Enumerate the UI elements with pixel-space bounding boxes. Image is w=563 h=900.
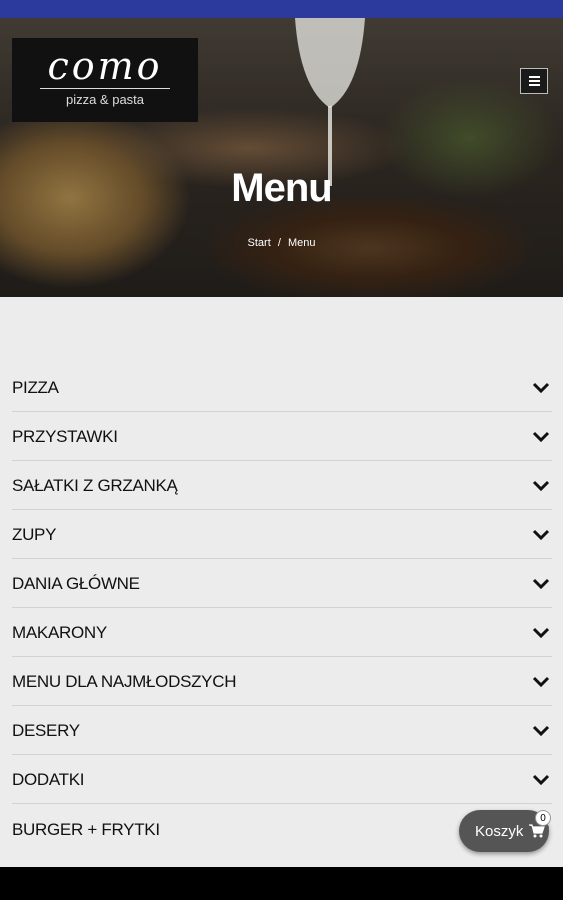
menu-category-label: PRZYSTAWKI <box>12 427 118 446</box>
chevron-down-icon <box>532 676 550 688</box>
hero-banner: como pizza & pasta Menu Start / Menu <box>0 18 563 297</box>
menu-category-salatki[interactable]: SAŁATKI Z GRZANKĄ <box>12 461 552 510</box>
breadcrumb-home-link[interactable]: Start <box>248 237 271 249</box>
chevron-down-icon <box>532 774 550 786</box>
page-title: Menu <box>231 166 332 210</box>
cart-icon <box>529 824 546 838</box>
breadcrumb-current: Menu <box>287 237 316 249</box>
menu-category-przystawki[interactable]: PRZYSTAWKI <box>12 412 552 461</box>
menu-category-label: SAŁATKI Z GRZANKĄ <box>12 476 178 495</box>
cart-count-badge: 0 <box>535 810 551 826</box>
menu-category-najmlodszych[interactable]: MENU DLA NAJMŁODSZYCH <box>12 657 552 706</box>
breadcrumb: Start / Menu <box>0 237 563 249</box>
menu-category-pizza[interactable]: PIZZA <box>12 363 552 412</box>
logo[interactable]: como pizza & pasta <box>12 38 198 122</box>
menu-category-desery[interactable]: DESERY <box>12 706 552 755</box>
menu-category-label: MAKARONY <box>12 623 107 642</box>
menu-category-label: DESERY <box>12 721 80 740</box>
menu-category-label: BURGER + FRYTKI <box>12 819 160 839</box>
chevron-down-icon <box>532 578 550 590</box>
logo-divider <box>40 88 170 89</box>
menu-category-zupy[interactable]: ZUPY <box>12 510 552 559</box>
hamburger-menu-icon-bar <box>529 80 540 82</box>
chevron-down-icon <box>532 382 550 394</box>
hamburger-menu-icon-bar <box>529 84 540 86</box>
menu-category-dania-glowne[interactable]: DANIA GŁÓWNE <box>12 559 552 608</box>
menu-category-makarony[interactable]: MAKARONY <box>12 608 552 657</box>
menu-category-label: MENU DLA NAJMŁODSZYCH <box>12 672 237 691</box>
cart-button[interactable]: Koszyk 0 <box>459 810 551 852</box>
chevron-down-icon <box>532 725 550 737</box>
menu-category-dodatki[interactable]: DODATKI <box>12 755 552 804</box>
chevron-down-icon <box>532 529 550 541</box>
menu-category-label: DANIA GŁÓWNE <box>12 574 140 593</box>
wine-glass-image <box>295 18 365 186</box>
cart-label: Koszyk <box>475 822 524 840</box>
logo-title: como <box>47 44 163 88</box>
breadcrumb-separator: / <box>277 237 281 249</box>
menu-category-label: PIZZA <box>12 378 59 397</box>
navigation-bar <box>0 867 563 900</box>
status-bar <box>0 0 563 18</box>
chevron-down-icon <box>532 431 550 443</box>
chevron-down-icon <box>532 627 550 639</box>
chevron-down-icon <box>532 480 550 492</box>
menu-content: PIZZA PRZYSTAWKI SAŁATKI Z GRZANKĄ ZUPY … <box>0 297 563 867</box>
hamburger-menu-button[interactable] <box>520 68 548 94</box>
logo-subtitle: pizza & pasta <box>65 92 145 107</box>
menu-category-list: PIZZA PRZYSTAWKI SAŁATKI Z GRZANKĄ ZUPY … <box>12 363 552 853</box>
hamburger-menu-icon <box>529 76 540 78</box>
menu-category-label: DODATKI <box>12 770 85 789</box>
menu-category-label: ZUPY <box>12 525 57 544</box>
